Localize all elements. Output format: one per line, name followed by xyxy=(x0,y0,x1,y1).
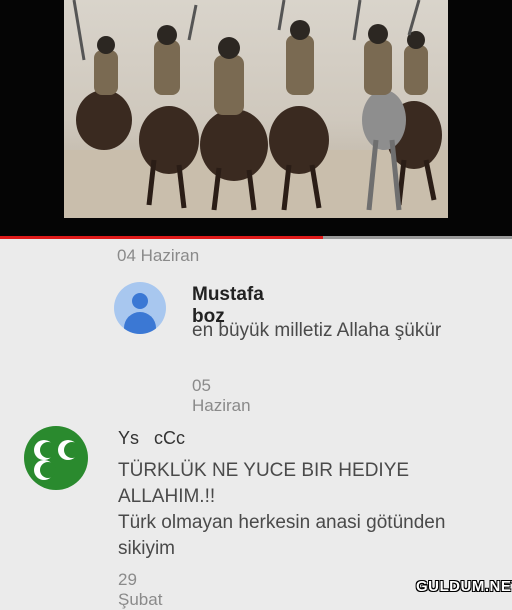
comment-date: 05 Haziran xyxy=(192,376,251,415)
video-player[interactable] xyxy=(0,0,512,239)
comment-text-line: TÜRKLÜK NE YUCE BIR HEDIYE ALLAHIM.!! xyxy=(118,460,410,507)
video-progress-fill xyxy=(0,236,323,239)
site-watermark: GULDUM.NET xyxy=(416,578,512,595)
three-crescents-icon[interactable] xyxy=(24,426,88,490)
horsemen-image xyxy=(64,0,448,218)
default-user-icon[interactable] xyxy=(114,282,166,334)
comment-text: TÜRKLÜK NE YUCE BIR HEDIYE ALLAHIM.!! Tü… xyxy=(118,458,448,562)
comment-text-line: Türk olmayan herkesin anasi götünden sik… xyxy=(118,512,446,559)
video-progress-track[interactable] xyxy=(0,236,512,239)
video-thumbnail[interactable] xyxy=(64,0,448,218)
previous-comment-date: 04 Haziran xyxy=(117,246,200,265)
comment-text: en büyük milletiz Allaha şükür xyxy=(192,320,442,341)
comment-author[interactable]: Ys cCc xyxy=(118,428,185,449)
comment-date: 29 Şubat xyxy=(118,570,163,609)
